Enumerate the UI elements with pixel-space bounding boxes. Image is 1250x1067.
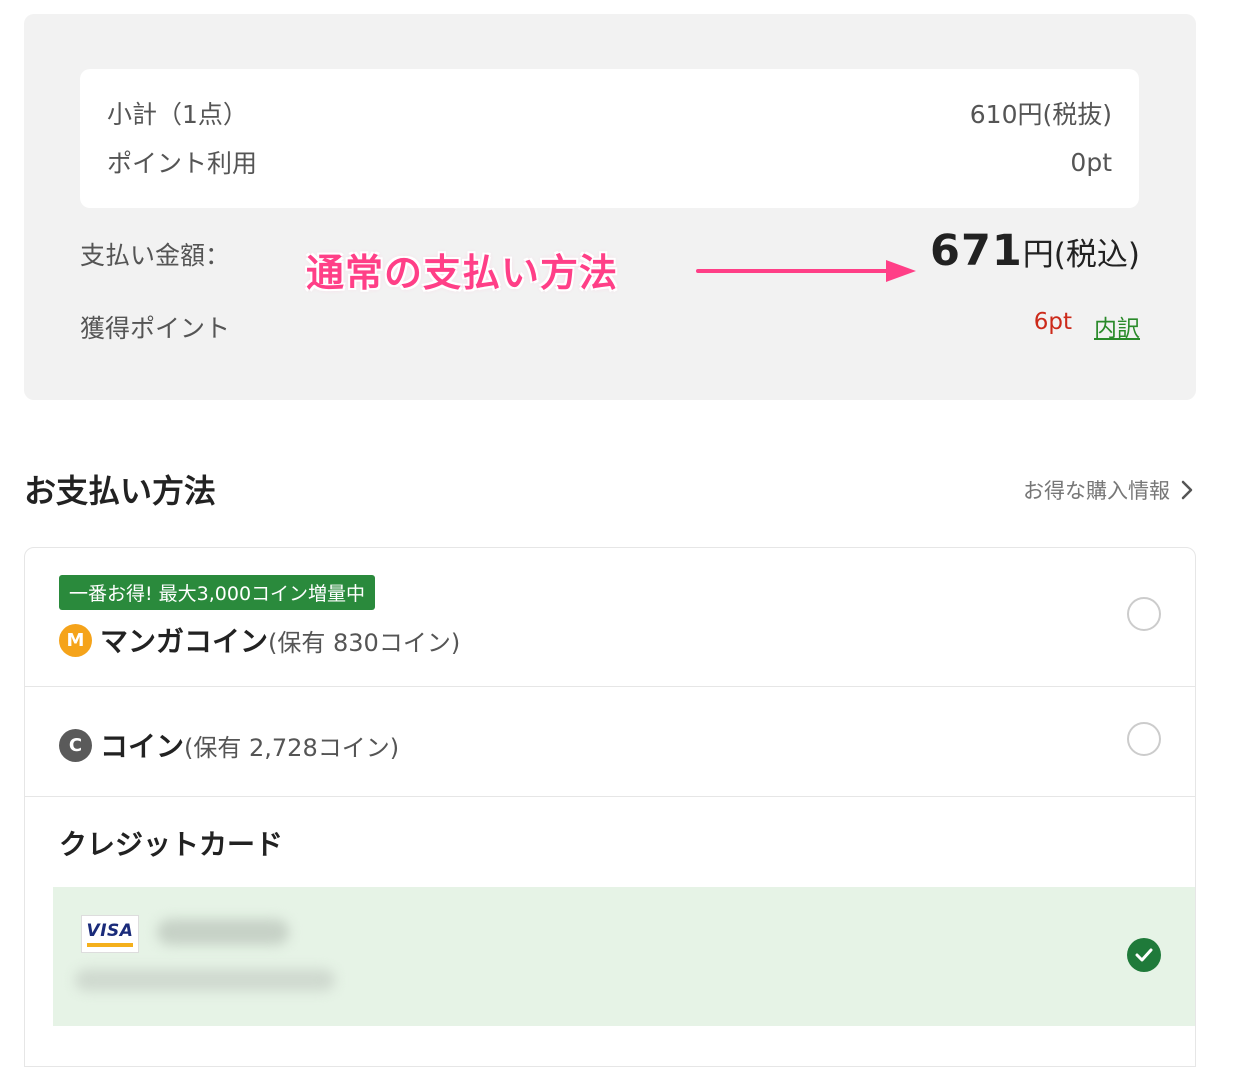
chevron-right-icon [1181,480,1193,500]
order-summary-card: 小計（1点） 610円(税抜) ポイント利用 0pt 支払い金額： 通常の支払い… [24,14,1196,400]
payment-option-coin[interactable]: C コイン (保有 2,728コイン) [25,687,1195,797]
masked-card-number [157,919,289,945]
subtotal-label: 小計（1点） [107,100,248,129]
pay-amount-label: 支払い金額： [80,241,231,270]
coin-name: コイン [100,730,185,763]
points-used-row: ポイント利用 0pt [107,144,1112,180]
promo-badge: 一番お得! 最大3,000コイン増量中 [59,575,376,610]
deals-info-label: お得な購入情報 [1023,479,1170,503]
coin-icon: C [59,728,92,762]
check-icon[interactable] [1127,938,1161,972]
checkmark-glyph [1135,948,1153,962]
earned-points-value: 6pt [1033,309,1072,335]
earned-points-label: 獲得ポイント [80,314,231,343]
visa-bar [87,943,133,947]
total-amount: 671 円(税込) [930,226,1140,276]
earned-points-group: 6pt 内訳 [1034,309,1140,343]
annotation-text: 通常の支払い方法 [306,251,619,295]
subtotal-value: 610円(税抜) [969,100,1112,129]
payment-method-list: 一番お得! 最大3,000コイン増量中 M マンガコイン (保有 830コイン)… [24,547,1196,1067]
coin-radio[interactable] [1127,722,1161,756]
deals-info-link[interactable]: お得な購入情報 [1023,475,1194,505]
visa-logo: VISA [81,915,139,953]
points-used-value: 0pt [1070,147,1112,177]
credit-card-option-selected[interactable]: VISA [53,887,1195,1026]
manga-coin-balance: (保有 830コイン) [268,628,461,657]
subtotal-row: 小計（1点） 610円(税抜) [107,95,1112,131]
points-used-label: ポイント利用 [107,149,258,178]
payment-option-manga-coin[interactable]: 一番お得! 最大3,000コイン増量中 M マンガコイン (保有 830コイン) [25,548,1195,687]
visa-text: VISA [86,921,134,941]
breakdown-link[interactable]: 内訳 [1094,309,1140,343]
payment-method-title: お支払い方法 [24,472,217,510]
manga-coin-radio[interactable] [1127,597,1161,631]
arrow-annotation [696,260,916,282]
total-amount-unit: 円(税込) [1022,237,1140,273]
manga-coin-name: マンガコイン [100,625,269,658]
credit-card-title: クレジットカード [59,828,284,861]
masked-card-details [75,969,335,991]
coin-line: C コイン (保有 2,728コイン) [59,725,399,765]
manga-coin-line: M マンガコイン (保有 830コイン) [59,620,460,660]
total-amount-value: 671 [930,226,1023,276]
subtotal-box: 小計（1点） 610円(税抜) ポイント利用 0pt [80,69,1139,208]
manga-coin-icon: M [59,623,92,657]
coin-balance: (保有 2,728コイン) [184,733,400,762]
